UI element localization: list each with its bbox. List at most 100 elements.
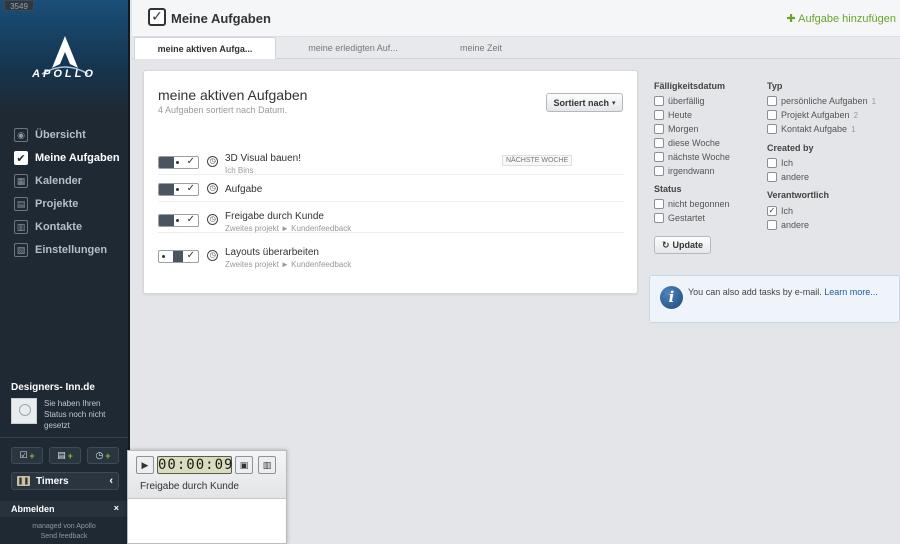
filter-resp-others[interactable]: andere: [767, 220, 809, 230]
task-title[interactable]: Aufgabe: [225, 184, 262, 195]
checkbox[interactable]: [654, 124, 664, 134]
nav-item-projekte[interactable]: ▤ Projekte: [14, 195, 78, 213]
org-name: Designers- Inn.de: [11, 382, 95, 393]
nav-item-kontakte[interactable]: ▥ Kontakte: [14, 218, 82, 236]
task-panel: meine aktiven Aufgaben 4 Aufgaben sortie…: [143, 70, 638, 294]
filter-personal-tasks[interactable]: persönliche Aufgaben 1: [767, 96, 876, 106]
close-icon[interactable]: ×: [114, 503, 119, 513]
task-row[interactable]: ✓ ◷ 3D Visual bauen! Ich Bins NÄCHSTE WO…: [158, 151, 624, 175]
chevron-left-icon: ‹: [109, 475, 113, 487]
checkbox[interactable]: [654, 96, 664, 106]
filter-status-title: Status: [654, 184, 682, 194]
nav-item-uebersicht[interactable]: ◉ Übersicht: [14, 126, 86, 144]
filter-tomorrow[interactable]: Morgen: [654, 124, 699, 134]
filter-anytime[interactable]: irgendwann: [654, 166, 715, 176]
filter-not-started[interactable]: nicht begonnen: [654, 199, 730, 209]
task-title[interactable]: Layouts überarbeiten: [225, 247, 319, 258]
clock-icon[interactable]: ◷: [207, 250, 218, 261]
settings-icon: ▧: [14, 243, 28, 257]
checkbox[interactable]: [767, 158, 777, 168]
filter-count: 1: [871, 96, 877, 106]
save-timer-button[interactable]: ▣: [235, 456, 253, 474]
quick-add-note-button[interactable]: ▤ +: [49, 447, 81, 464]
check-icon: ✓: [186, 156, 195, 167]
delete-timer-button[interactable]: ▥: [258, 456, 276, 474]
status-text[interactable]: Sie haben Ihren Status noch nicht gesetz…: [44, 398, 124, 431]
update-button[interactable]: ↻ Update: [654, 236, 711, 254]
folder-icon: ▤: [14, 197, 28, 211]
task-title[interactable]: Freigabe durch Kunde: [225, 211, 324, 222]
sort-label: Sortiert nach: [553, 97, 609, 108]
filter-created-others[interactable]: andere: [767, 172, 809, 182]
nav-label: Einstellungen: [35, 244, 108, 256]
timers-toggle[interactable]: ❚❚ Timers ‹: [11, 472, 119, 490]
learn-more-link[interactable]: Learn more...: [824, 287, 878, 297]
avatar[interactable]: [11, 398, 37, 424]
play-button[interactable]: ▶: [136, 456, 154, 474]
filter-label: andere: [781, 172, 810, 182]
logout-bar[interactable]: Abmelden ×: [0, 501, 128, 517]
add-task-button[interactable]: ✚ Aufgabe hinzufügen: [786, 12, 896, 25]
nav-item-kalender[interactable]: ▦ Kalender: [14, 172, 82, 190]
plus-icon: +: [105, 450, 111, 461]
checkbox-checked[interactable]: ✓: [767, 206, 777, 216]
sort-button[interactable]: Sortiert nach ▾: [546, 93, 623, 112]
task-row[interactable]: ✓ ◷ Aufgabe: [158, 178, 624, 202]
filter-this-week[interactable]: diese Woche: [654, 138, 720, 148]
nav-label: Meine Aufgaben: [35, 152, 120, 164]
quick-add-task-button[interactable]: ☑ +: [11, 447, 43, 464]
filter-label: persönliche Aufgaben: [781, 96, 868, 106]
task-title[interactable]: 3D Visual bauen!: [225, 153, 301, 164]
checkbox[interactable]: [654, 199, 664, 209]
task-status-toggle[interactable]: ✓: [158, 250, 199, 263]
filter-started[interactable]: Gestartet: [654, 213, 705, 223]
checkbox[interactable]: [767, 172, 777, 182]
filter-project-tasks[interactable]: Projekt Aufgaben 2: [767, 110, 858, 120]
checkbox[interactable]: [654, 138, 664, 148]
task-status-toggle[interactable]: ✓: [158, 183, 199, 196]
task-status-toggle[interactable]: ✓: [158, 156, 199, 169]
task-row[interactable]: ✓ ◷ Layouts überarbeiten Zweites projekt…: [158, 245, 624, 269]
checkbox[interactable]: [654, 213, 664, 223]
logout-label: Abmelden: [11, 504, 55, 514]
clock-icon[interactable]: ◷: [207, 214, 218, 225]
checkbox[interactable]: [654, 152, 664, 162]
filter-label: Kontakt Aufgabe: [781, 124, 848, 134]
managed-by-text: managed von Apollo: [32, 523, 96, 530]
tab-completed-tasks[interactable]: meine erledigten Auf...: [282, 37, 424, 59]
timer-task-label: Freigabe durch Kunde: [140, 481, 239, 492]
tab-active-tasks[interactable]: meine aktiven Aufga...: [134, 37, 276, 59]
clock-icon[interactable]: ◷: [207, 156, 218, 167]
task-status-toggle[interactable]: ✓: [158, 214, 199, 227]
checkbox[interactable]: [654, 110, 664, 120]
task-row[interactable]: ✓ ◷ Freigabe durch Kunde Zweites projekt…: [158, 209, 624, 233]
tab-my-time[interactable]: meine Zeit: [426, 37, 536, 59]
id-badge: 3549: [4, 0, 34, 11]
filter-resp-title: Verantwortlich: [767, 190, 830, 200]
filter-next-week[interactable]: nächste Woche: [654, 152, 730, 162]
check-icon: ✓: [186, 183, 195, 194]
clock-icon: ◷: [95, 450, 104, 460]
filter-today[interactable]: Heute: [654, 110, 692, 120]
clock-icon[interactable]: ◷: [207, 183, 218, 194]
nav-item-einstellungen[interactable]: ▧ Einstellungen: [14, 241, 107, 259]
checkbox[interactable]: [767, 96, 777, 106]
plus-icon: +: [29, 450, 35, 461]
checkbox[interactable]: [654, 166, 664, 176]
filter-overdue[interactable]: überfällig: [654, 96, 705, 106]
filter-contact-tasks[interactable]: Kontakt Aufgabe 1: [767, 124, 856, 134]
timer-popup: ▶ 00:00:09 ▣ ▥ Freigabe durch Kunde: [127, 450, 287, 544]
pause-icon: ❚❚: [17, 476, 30, 486]
feedback-link[interactable]: Send feedback: [0, 532, 128, 542]
filter-created-me[interactable]: Ich: [767, 158, 793, 168]
checkbox[interactable]: [767, 124, 777, 134]
quick-add-time-button[interactable]: ◷ +: [87, 447, 119, 464]
checkbox[interactable]: [767, 110, 777, 120]
trash-icon: ▥: [262, 459, 272, 470]
filter-label: Ich: [781, 158, 794, 168]
filter-label: Heute: [668, 110, 693, 120]
nav-item-meine-aufgaben[interactable]: ✔ Meine Aufgaben: [14, 149, 120, 167]
checkbox[interactable]: [767, 220, 777, 230]
filter-resp-me[interactable]: ✓ Ich: [767, 206, 793, 216]
update-label: Update: [672, 240, 704, 250]
